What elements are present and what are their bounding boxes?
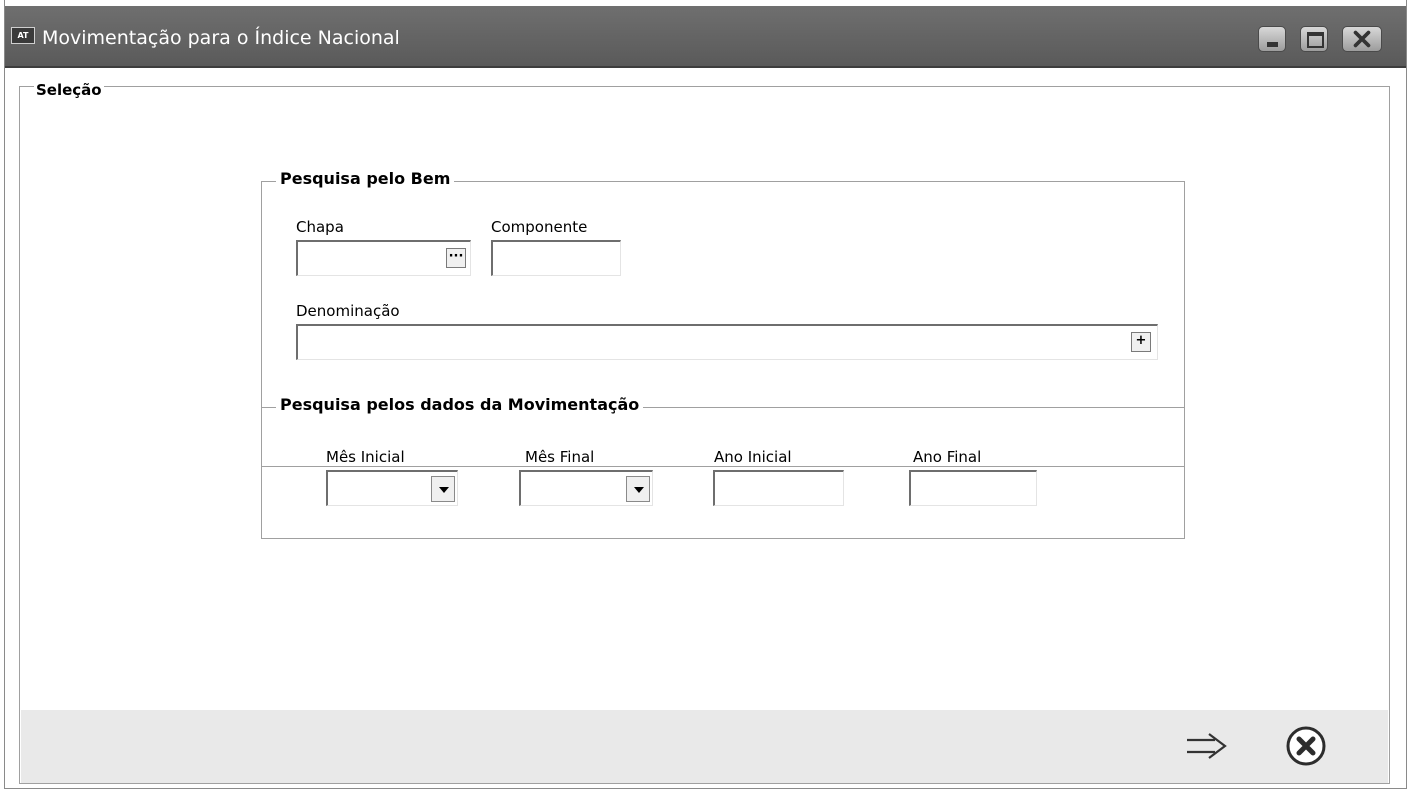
search-by-movement-group: Pesquisa pelos dados da Movimentação Mês…	[261, 396, 1185, 539]
title-bar[interactable]: AT Movimentação para o Índice Nacional	[5, 6, 1406, 68]
denominacao-label: Denominação	[296, 302, 400, 320]
mes-final-dropdown-button[interactable]	[626, 476, 650, 502]
componente-label: Componente	[491, 218, 588, 236]
selection-fieldset: Seleção Pesquisa pelo Bem Chapa ··· Comp…	[19, 81, 1390, 784]
maximize-button[interactable]	[1300, 26, 1328, 52]
chevron-down-icon	[634, 487, 644, 493]
ano-final-label: Ano Final	[913, 448, 982, 466]
next-button[interactable]	[1185, 726, 1229, 766]
chapa-lookup-button[interactable]: ···	[446, 248, 466, 268]
app-icon: AT	[11, 27, 35, 44]
ano-inicial-field[interactable]	[713, 470, 844, 506]
mes-inicial-dropdown-button[interactable]	[431, 476, 455, 502]
close-circle-icon	[1286, 726, 1326, 766]
cancel-button[interactable]	[1284, 726, 1328, 766]
chevron-down-icon	[439, 487, 449, 493]
arrow-right-icon	[1187, 733, 1227, 759]
mes-final-select[interactable]	[519, 470, 653, 506]
ano-final-field[interactable]	[909, 470, 1037, 506]
minimize-button[interactable]	[1258, 26, 1286, 52]
componente-field[interactable]	[491, 240, 621, 276]
chapa-field[interactable]: ···	[296, 240, 471, 276]
maximize-icon	[1307, 32, 1324, 48]
minimize-icon	[1267, 42, 1278, 47]
mes-final-label: Mês Final	[525, 448, 595, 466]
mes-inicial-label: Mês Inicial	[326, 448, 405, 466]
mes-inicial-select[interactable]	[326, 470, 458, 506]
search-by-asset-legend: Pesquisa pelo Bem	[276, 170, 455, 188]
denominacao-field[interactable]: +	[296, 324, 1158, 360]
close-icon	[1353, 30, 1371, 48]
search-by-movement-legend: Pesquisa pelos dados da Movimentação	[276, 396, 644, 414]
close-window-button[interactable]	[1342, 26, 1382, 52]
chapa-label: Chapa	[296, 218, 344, 236]
selection-legend: Seleção	[34, 81, 104, 99]
window-title: Movimentação para o Índice Nacional	[42, 27, 400, 49]
action-bar	[21, 710, 1388, 783]
denominacao-expand-button[interactable]: +	[1131, 332, 1151, 352]
app-window: AT Movimentação para o Índice Nacional S…	[4, 0, 1407, 789]
ano-inicial-label: Ano Inicial	[714, 448, 792, 466]
